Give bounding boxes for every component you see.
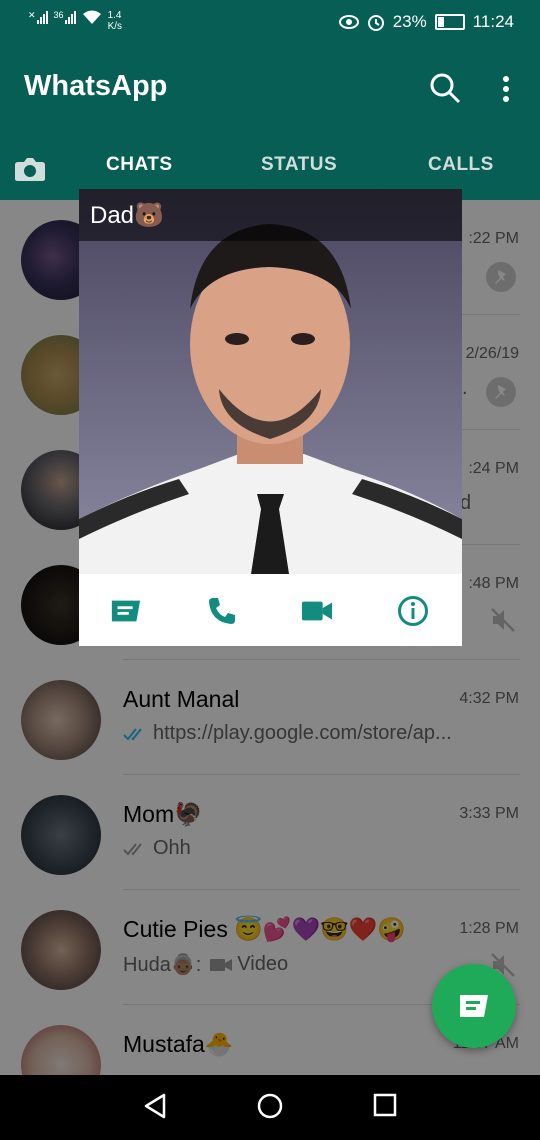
tab-calls[interactable]: CALLS (428, 154, 494, 176)
popup-contact-name: Dad🐻 (90, 202, 164, 229)
status-left: ✕ 36 1.4 K/s (28, 10, 122, 32)
alarm-icon (367, 15, 384, 31)
popup-name-bar: Dad🐻 (79, 189, 462, 241)
home-icon[interactable] (256, 1092, 284, 1120)
popup-actions (79, 574, 462, 646)
camera-icon[interactable] (14, 156, 46, 182)
signal-icon: 36 (54, 10, 76, 24)
more-vert-icon[interactable] (500, 74, 512, 104)
info-icon[interactable] (397, 596, 429, 626)
search-icon[interactable] (429, 72, 461, 104)
signal-icon: ✕ (28, 10, 48, 24)
app-title: WhatsApp (24, 70, 168, 102)
battery-icon (434, 14, 465, 30)
wifi-icon (82, 10, 101, 24)
net-speed-value: 1.4 (107, 10, 122, 21)
net-speed: 1.4 K/s (108, 10, 122, 32)
phone-icon[interactable] (206, 596, 238, 626)
signal-2-label: 36 (53, 10, 64, 20)
recents-icon[interactable] (372, 1092, 398, 1118)
new-chat-button[interactable] (432, 964, 516, 1048)
app-bar: WhatsApp CHATS STATUS CALLS (0, 44, 540, 200)
profile-photo[interactable] (79, 189, 462, 574)
videocam-icon[interactable] (301, 596, 333, 626)
signal-1-label: ✕ (28, 10, 36, 20)
eye-icon (338, 15, 359, 29)
new-chat-icon (460, 995, 488, 1017)
nav-bar (0, 1075, 540, 1140)
battery-percent: 23% (392, 12, 427, 31)
clock: 11:24 (472, 12, 514, 31)
message-icon[interactable] (110, 596, 142, 626)
profile-popup: Dad🐻 (79, 189, 462, 646)
status-bar: ✕ 36 1.4 K/s 23% 11:24 (0, 0, 540, 44)
back-icon[interactable] (142, 1092, 168, 1120)
tab-status[interactable]: STATUS (261, 154, 337, 176)
net-speed-unit: K/s (107, 21, 123, 32)
tab-chats[interactable]: CHATS (106, 154, 173, 176)
status-right: 23% 11:24 (338, 12, 514, 32)
